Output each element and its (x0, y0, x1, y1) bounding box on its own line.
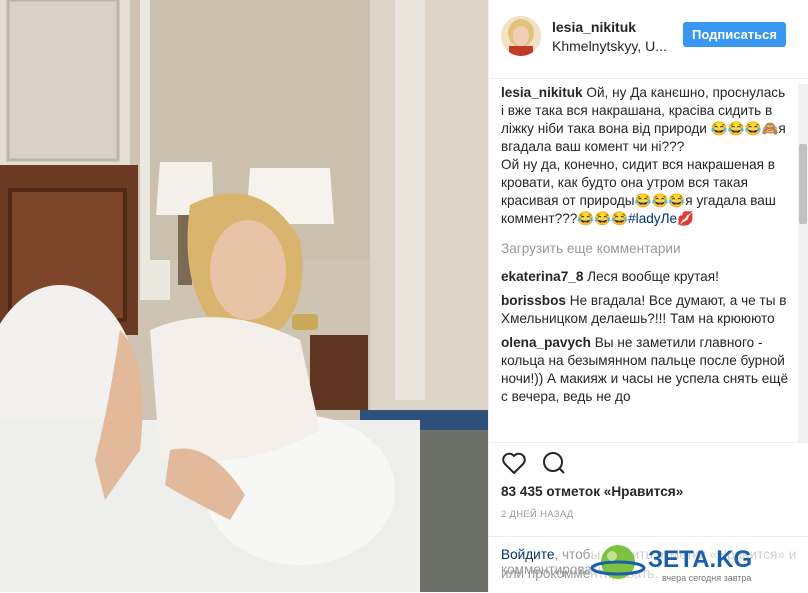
load-more-comments[interactable]: Загрузить еще комментарии (501, 240, 791, 258)
scrollbar-thumb[interactable] (799, 144, 807, 224)
comments-list: lesia_nikituk Ой, ну Да канєшно, проснул… (501, 84, 791, 446)
list-item: olena_pavych Вы не заметили главного - к… (501, 334, 791, 406)
comment-username[interactable]: olena_pavych (501, 335, 591, 350)
header-location[interactable]: Khmelnytskyy, U... (552, 38, 667, 54)
comment-text: Леся вообще крутая! (587, 269, 719, 284)
list-item: borissbos Не вгадала! Все думают, а че т… (501, 292, 791, 328)
caption-hashtag[interactable]: #ladyЛе (628, 211, 677, 226)
post-photo[interactable] (0, 0, 488, 592)
post-time[interactable]: 2 ДНЕЙ НАЗАД (501, 509, 574, 520)
comment-icon[interactable] (542, 451, 566, 480)
photo-illustration (0, 0, 488, 592)
comments-scrollbar[interactable] (798, 84, 808, 442)
follow-button[interactable]: Подписаться (682, 22, 786, 47)
heart-icon[interactable] (501, 451, 527, 480)
list-item: ekaterina7_8 Леся вообще крутая! (501, 268, 791, 286)
caption-username[interactable]: lesia_nikituk (501, 85, 583, 100)
watermark: ЗЕТА.KG вчера сегодня завтра (590, 540, 805, 588)
header-username[interactable]: lesia_nikituk (552, 19, 636, 35)
caption: lesia_nikituk Ой, ну Да канєшно, проснул… (501, 84, 791, 228)
post-sidebar: lesia_nikituk Khmelnytskyy, U... Подписа… (488, 0, 808, 592)
caption-emoji: 💋 (677, 211, 695, 226)
likes-count[interactable]: 83 435 отметок «Нравится» (501, 484, 683, 499)
comment-username[interactable]: ekaterina7_8 (501, 269, 583, 284)
post-header: lesia_nikituk Khmelnytskyy, U... Подписа… (489, 0, 808, 79)
watermark-brand: ЗЕТА.KG (648, 546, 753, 573)
action-bar (489, 442, 808, 483)
login-link[interactable]: Войдите (501, 547, 554, 562)
watermark-tagline: вчера сегодня завтра (662, 573, 752, 583)
avatar[interactable] (501, 16, 541, 56)
comment-username[interactable]: borissbos (501, 293, 566, 308)
